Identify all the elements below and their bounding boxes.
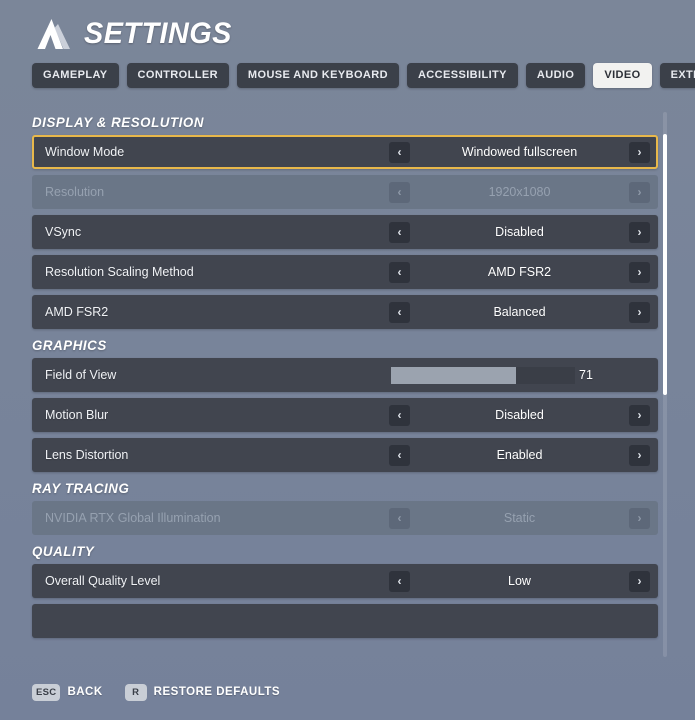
section-title-ray-tracing: RAY TRACING: [32, 480, 130, 496]
tab-controller[interactable]: CONTROLLER: [126, 62, 229, 88]
setting-label: Motion Blur: [45, 408, 109, 422]
setting-label: Resolution Scaling Method: [45, 265, 194, 279]
section-title-graphics: GRAPHICS: [32, 337, 107, 353]
tab-accessibility[interactable]: ACCESSIBILITY: [406, 62, 518, 88]
chevron-right-icon[interactable]: ›: [629, 444, 650, 466]
settings-scroll-viewport[interactable]: DISPLAY & RESOLUTION Window Mode ‹ Windowed…: [0, 104, 695, 662]
setting-row-resolution: Resolution ‹ 1920x1080 ›: [32, 175, 658, 209]
setting-value: Static: [503, 511, 536, 525]
tab-extras[interactable]: EXTRAS: [659, 62, 695, 88]
page-title: SETTINGS: [84, 17, 232, 50]
chevron-left-icon: ‹: [389, 507, 410, 529]
key-badge-esc: ESC: [32, 683, 61, 701]
chevron-right-icon: ›: [629, 507, 650, 529]
key-badge-r: R: [124, 683, 147, 701]
chevron-right-icon[interactable]: ›: [629, 404, 650, 426]
setting-value: AMD FSR2: [487, 265, 552, 279]
chevron-right-icon[interactable]: ›: [629, 261, 650, 283]
settings-tab-bar: GAMEPLAY CONTROLLER MOUSE AND KEYBOARD ACCE…: [0, 56, 695, 88]
chevron-right-icon: ›: [629, 181, 650, 203]
setting-label: AMD FSR2: [45, 305, 109, 319]
stepper-control: ‹ Low ›: [389, 566, 650, 596]
chevron-left-icon[interactable]: ‹: [389, 301, 410, 323]
stepper-control: ‹ Balanced ›: [389, 297, 650, 327]
chevron-mountain-logo-icon: [37, 19, 70, 49]
setting-row-lens-distortion[interactable]: Lens Distortion ‹ Enabled ›: [32, 438, 658, 472]
slider-fill: [391, 366, 517, 384]
setting-label: Field of View: [45, 368, 117, 382]
stepper-control: ‹ Enabled ›: [389, 440, 650, 470]
setting-row-field-of-view[interactable]: Field of View 71: [32, 358, 658, 392]
setting-row-overall-quality-level[interactable]: Overall Quality Level ‹ Low ›: [32, 564, 658, 598]
stepper-control: ‹ AMD FSR2 ›: [389, 257, 650, 287]
chevron-right-icon[interactable]: ›: [629, 221, 650, 243]
setting-row-amd-fsr2[interactable]: AMD FSR2 ‹ Balanced ›: [32, 295, 658, 329]
chevron-right-icon[interactable]: ›: [629, 301, 650, 323]
stepper-control: ‹ Disabled ›: [389, 400, 650, 430]
slider-value: 71: [579, 368, 593, 382]
chevron-left-icon: ‹: [389, 181, 410, 203]
hint-label: BACK: [67, 686, 103, 698]
chevron-left-icon[interactable]: ‹: [389, 261, 410, 283]
footer-hint-bar: ESC BACK R RESTORE DEFAULTS: [0, 664, 695, 720]
hint-restore-defaults[interactable]: R RESTORE DEFAULTS: [124, 683, 281, 701]
slider-track[interactable]: [391, 366, 575, 384]
setting-value: Enabled: [496, 448, 543, 462]
tab-gameplay[interactable]: GAMEPLAY: [32, 62, 119, 88]
setting-row-nvidia-rtx-global-illumination: NVIDIA RTX Global Illumination ‹ Static ›: [32, 501, 658, 535]
setting-value: Low: [508, 574, 531, 588]
stepper-control: ‹ Disabled ›: [389, 217, 650, 247]
setting-row-clipped[interactable]: [32, 604, 658, 638]
chevron-left-icon[interactable]: ‹: [389, 221, 410, 243]
chevron-left-icon[interactable]: ‹: [389, 570, 410, 592]
chevron-left-icon[interactable]: ‹: [389, 141, 410, 163]
stepper-control: ‹ Static ›: [389, 503, 650, 533]
setting-row-resolution-scaling-method[interactable]: Resolution Scaling Method ‹ AMD FSR2 ›: [32, 255, 658, 289]
setting-row-vsync[interactable]: VSync ‹ Disabled ›: [32, 215, 658, 249]
chevron-left-icon[interactable]: ‹: [389, 404, 410, 426]
setting-row-motion-blur[interactable]: Motion Blur ‹ Disabled ›: [32, 398, 658, 432]
stepper-control: ‹ 1920x1080 ›: [389, 177, 650, 207]
hint-label: RESTORE DEFAULTS: [153, 686, 281, 698]
setting-label: Resolution: [45, 185, 105, 199]
tab-mouse-and-keyboard[interactable]: MOUSE AND KEYBOARD: [236, 62, 399, 88]
settings-list: DISPLAY & RESOLUTION Window Mode ‹ Windowed…: [0, 114, 695, 638]
setting-label: NVIDIA RTX Global Illumination: [45, 511, 221, 525]
setting-value: Disabled: [495, 225, 544, 239]
setting-label: Lens Distortion: [45, 448, 129, 462]
setting-label: VSync: [45, 225, 82, 239]
section-title-display-resolution: DISPLAY & RESOLUTION: [32, 114, 205, 130]
stepper-control: ‹ Windowed fullscreen ›: [389, 137, 650, 167]
setting-label: Window Mode: [45, 145, 125, 159]
setting-value: 1920x1080: [488, 185, 551, 199]
chevron-right-icon[interactable]: ›: [629, 570, 650, 592]
vertical-scrollbar-track[interactable]: [663, 112, 667, 657]
setting-label: Overall Quality Level: [45, 574, 161, 588]
page-header: SETTINGS: [0, 0, 695, 56]
hint-back[interactable]: ESC BACK: [32, 683, 103, 701]
setting-row-window-mode[interactable]: Window Mode ‹ Windowed fullscreen ›: [32, 135, 658, 169]
chevron-left-icon[interactable]: ‹: [389, 444, 410, 466]
vertical-scrollbar-thumb[interactable]: [663, 133, 667, 396]
setting-value: Disabled: [495, 408, 544, 422]
chevron-right-icon[interactable]: ›: [629, 141, 650, 163]
section-title-quality: QUALITY: [32, 543, 95, 559]
setting-value: Balanced: [493, 305, 546, 319]
tab-audio[interactable]: AUDIO: [525, 62, 586, 88]
setting-value: Windowed fullscreen: [461, 145, 578, 159]
slider-control[interactable]: 71: [389, 360, 650, 390]
tab-video[interactable]: VIDEO: [593, 62, 652, 88]
